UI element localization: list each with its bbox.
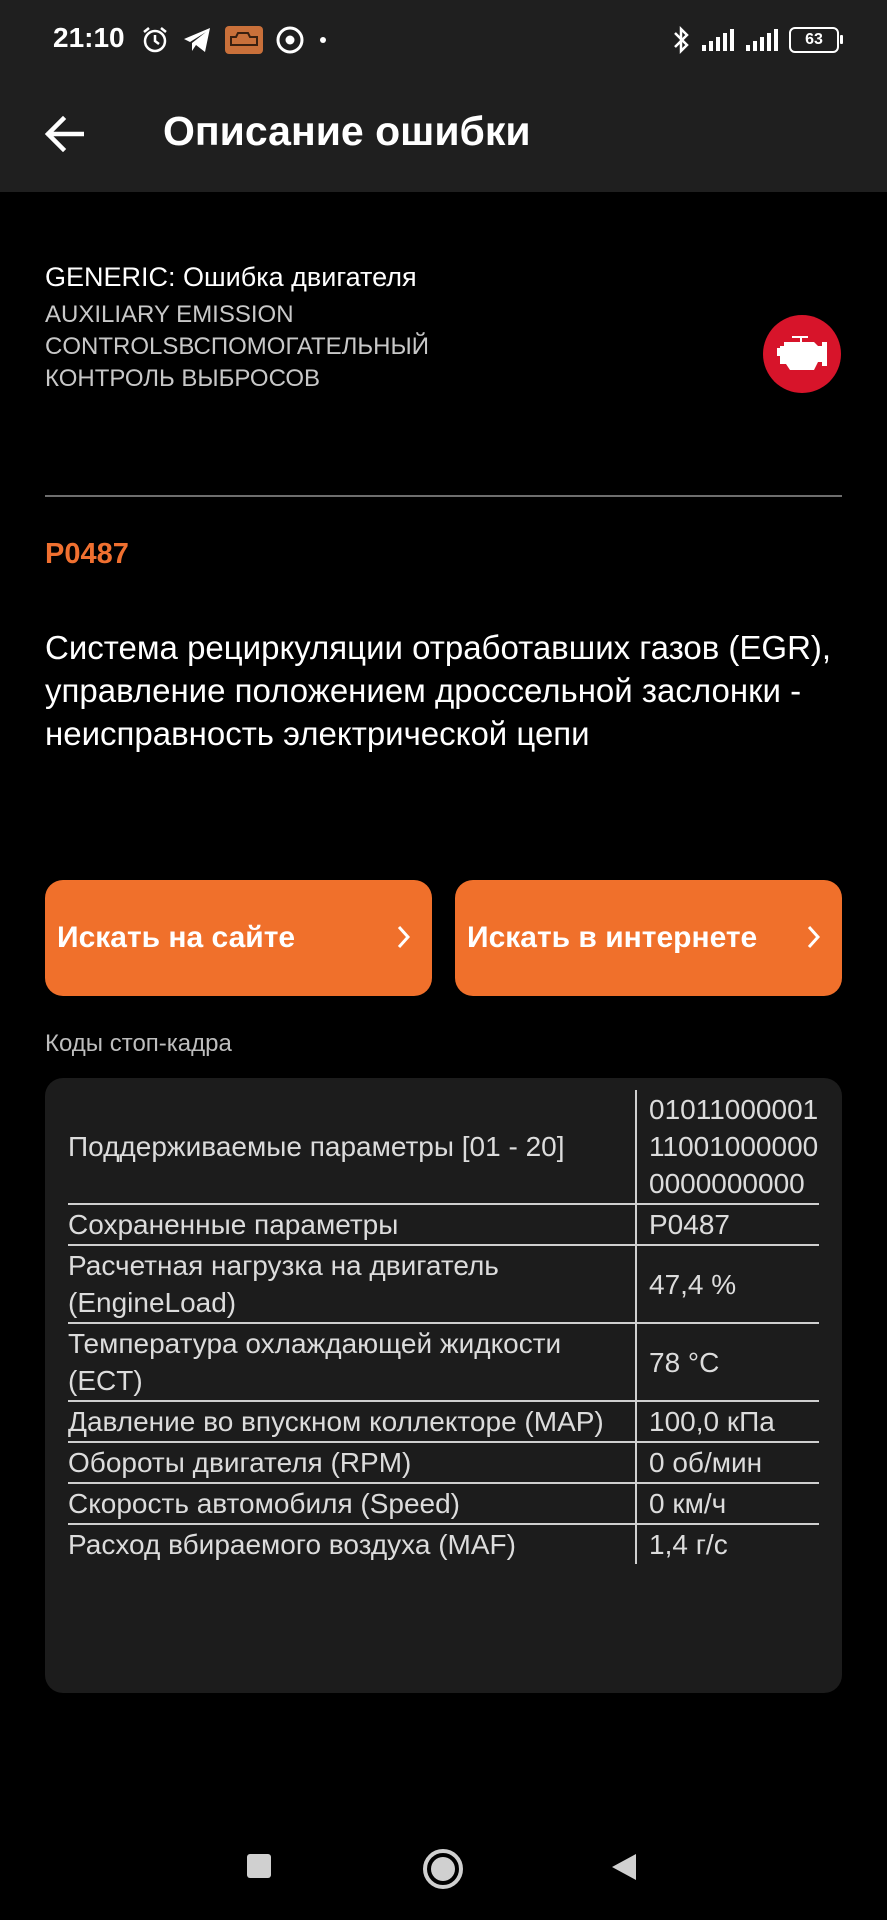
param-value: 1,4 г/с [635, 1524, 819, 1564]
param-value: 0 км/ч [635, 1483, 819, 1524]
table-row: Давление во впускном коллекторе (MAP) 10… [68, 1401, 819, 1442]
param-name: Обороты двигателя (RPM) [68, 1447, 412, 1478]
search-internet-button[interactable]: Искать в интернете [455, 880, 842, 996]
chrome-icon [276, 26, 304, 54]
bluetooth-icon [674, 25, 689, 55]
car-scanner-icon [225, 26, 263, 54]
param-name: Сохраненные параметры [68, 1209, 399, 1240]
freeze-frame-label: Коды стоп-кадра [45, 1030, 232, 1057]
chevron-right-icon [807, 925, 821, 949]
home-icon[interactable] [421, 1847, 465, 1891]
param-name: Температура охлаждающей жидкости (ECT) [68, 1328, 562, 1396]
freeze-frame-card: Поддерживаемые параметры [01 - 20] 01011… [45, 1078, 842, 1693]
divider [45, 495, 842, 497]
param-name: Расчетная нагрузка на двигатель (EngineL… [68, 1250, 499, 1318]
telegram-icon [184, 28, 210, 52]
error-header: GENERIC: Ошибка двигателя AUXILIARY EMIS… [45, 262, 805, 395]
error-type-label: GENERIC: Ошибка двигателя [45, 262, 417, 292]
search-site-label: Искать на сайте [57, 921, 296, 954]
table-row: Расчетная нагрузка на двигатель (EngineL… [68, 1245, 819, 1323]
freeze-frame-table: Поддерживаемые параметры [01 - 20] 01011… [68, 1090, 819, 1564]
battery-indicator: 63 [789, 27, 843, 53]
table-row: Температура охлаждающей жидкости (ECT) 7… [68, 1323, 819, 1401]
status-time: 21:10 [53, 22, 125, 53]
back-arrow-icon [44, 116, 84, 152]
param-value: 47,4 % [635, 1245, 819, 1323]
chevron-right-icon [397, 925, 411, 949]
table-row: Сохраненные параметры P0487 [68, 1204, 819, 1245]
table-row: Скорость автомобиля (Speed) 0 км/ч [68, 1483, 819, 1524]
search-site-button[interactable]: Искать на сайте [45, 880, 432, 996]
table-row: Обороты двигателя (RPM) 0 об/мин [68, 1442, 819, 1483]
param-name: Скорость автомобиля (Speed) [68, 1488, 460, 1519]
page-title: Описание ошибки [163, 108, 531, 154]
param-name: Поддерживаемые параметры [01 - 20] [68, 1131, 565, 1162]
dot-icon [320, 37, 326, 43]
error-description: Система рециркуляции отработавших газов … [45, 629, 832, 752]
param-name: Расход вбираемого воздуха (MAF) [68, 1529, 516, 1560]
back-icon[interactable] [610, 1852, 638, 1882]
search-internet-label: Искать в интернете [467, 921, 758, 954]
check-engine-badge [763, 315, 841, 393]
check-engine-icon [777, 336, 827, 370]
param-value: 78 °C [635, 1323, 819, 1401]
table-row: Расход вбираемого воздуха (MAF) 1,4 г/с [68, 1524, 819, 1564]
back-button[interactable] [34, 104, 94, 164]
error-code: P0487 [45, 538, 129, 570]
param-value: P0487 [635, 1204, 819, 1245]
param-value: 01011000001110010000000000000000 [649, 1094, 819, 1199]
signal-icon [702, 29, 734, 51]
signal-icon [746, 29, 778, 51]
status-bar: 21:10 63 [0, 0, 887, 80]
recents-icon[interactable] [245, 1852, 273, 1880]
table-row: Поддерживаемые параметры [01 - 20] 01011… [68, 1090, 819, 1204]
param-name: Давление во впускном коллекторе (MAP) [68, 1406, 604, 1437]
param-value: 0 об/мин [635, 1442, 819, 1483]
system-nav-bar [0, 1820, 887, 1920]
alarm-icon [143, 27, 167, 53]
param-value: 100,0 кПа [635, 1401, 819, 1442]
app-bar: Описание ошибки [0, 80, 887, 192]
error-category: AUXILIARY EMISSION CONTROLSВСПОМОГАТЕЛЬН… [45, 301, 429, 392]
